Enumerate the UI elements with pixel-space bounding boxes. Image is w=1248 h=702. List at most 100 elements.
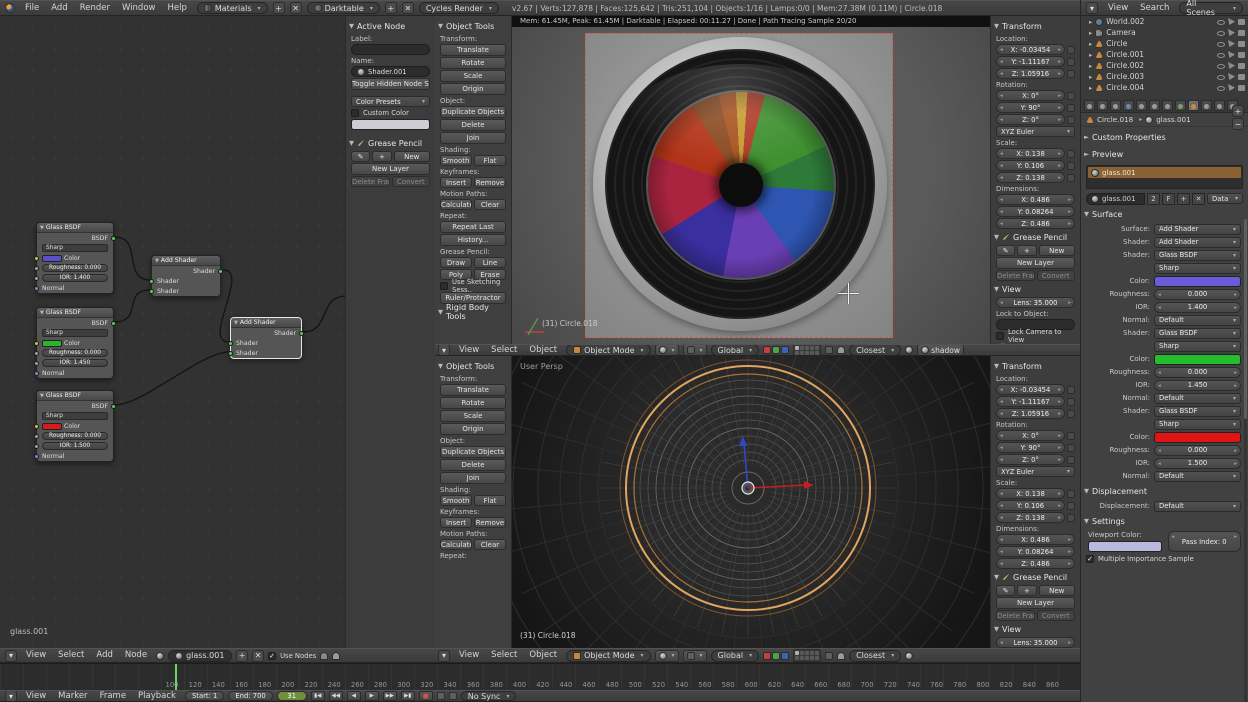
expand-icon[interactable]: ▸	[1089, 73, 1092, 81]
decrement-arrow-icon[interactable]: ◂	[1000, 387, 1003, 393]
y-number-field[interactable]: ◂Y: 0.08264▸	[996, 206, 1075, 217]
node-header[interactable]: ▼Add Shader	[152, 256, 220, 266]
selectability-arrow-icon[interactable]	[1228, 29, 1235, 36]
add-button[interactable]: +	[1017, 585, 1036, 596]
expand-icon[interactable]: ▸	[1089, 29, 1092, 37]
layer-dot[interactable]	[815, 651, 819, 655]
rotate-button[interactable]: Rotate	[440, 57, 506, 69]
layer-dot[interactable]	[810, 351, 814, 355]
color-presets-dropdown[interactable]: Color Presets▾	[351, 96, 430, 107]
expand-icon[interactable]: ▸	[1089, 40, 1092, 48]
flat-button[interactable]: Flat	[474, 495, 506, 506]
output-socket-green[interactable]	[218, 269, 223, 274]
increment-arrow-icon[interactable]: ▸	[1068, 640, 1071, 646]
decrement-arrow-icon[interactable]: ◂	[1000, 445, 1003, 451]
layer-dot[interactable]	[815, 656, 819, 660]
z-number-field[interactable]: ◂Z: 0°▸	[996, 454, 1065, 465]
outliner-display-mode[interactable]: All Scenes ▾	[1179, 2, 1243, 14]
visibility-eye-icon[interactable]	[1217, 64, 1225, 69]
settings-panel-header[interactable]: ▼Settings	[1084, 514, 1245, 528]
decrement-arrow-icon[interactable]: ◂	[1000, 221, 1003, 227]
add-slot-button[interactable]: +	[1232, 105, 1244, 117]
record-button[interactable]: ●	[419, 691, 433, 701]
increment-arrow-icon[interactable]: ▸	[1234, 448, 1237, 454]
input-socket-yellow[interactable]	[34, 341, 39, 346]
increment-arrow-icon[interactable]: ▸	[1234, 370, 1237, 376]
z-number-field[interactable]: ◂Z: 0°▸	[996, 114, 1065, 125]
y-number-field[interactable]: ◂Y: 0.106▸	[996, 160, 1065, 171]
end-frame-field[interactable]: End: 700	[228, 691, 272, 701]
iornumber-field[interactable]: ◂1.450▸	[1154, 380, 1241, 391]
preview-panel-header[interactable]: ►Preview	[1084, 147, 1245, 161]
add-shader-dropdown[interactable]: Add Shader▾	[1154, 224, 1241, 235]
z-number-field[interactable]: ◂Z: 1.05916▸	[996, 408, 1065, 419]
layer-dot[interactable]	[795, 651, 799, 655]
tab-object-icon[interactable]	[1136, 100, 1147, 111]
new-tree-button[interactable]: +	[236, 650, 248, 662]
increment-arrow-icon[interactable]: ▸	[1058, 399, 1061, 405]
decrement-arrow-icon[interactable]: ◂	[1000, 197, 1003, 203]
renderability-camera-icon[interactable]	[1238, 85, 1245, 91]
node-add-shader-3[interactable]: ▼Add ShaderShaderShaderShader	[230, 317, 302, 359]
layer-dot[interactable]	[815, 351, 819, 355]
new-button[interactable]: New	[1039, 245, 1076, 256]
play-button[interactable]: ▶	[365, 691, 379, 701]
grease-pencil-panel-header[interactable]: ▼Grease Pencil	[994, 231, 1077, 243]
renderability-camera-icon[interactable]	[1238, 41, 1245, 47]
snap-magnet-icon[interactable]	[837, 652, 845, 660]
output-socket-green[interactable]	[111, 321, 116, 326]
add-screen-layout-button[interactable]: +	[273, 2, 285, 14]
increment-arrow-icon[interactable]: ▸	[1058, 163, 1061, 169]
menu-marker[interactable]: Marker	[53, 690, 92, 702]
node-glass-bsdf-2[interactable]: ▼Glass BSDFBSDFSharpColorRoughness: 0.00…	[36, 307, 114, 379]
increment-arrow-icon[interactable]: ▸	[1058, 59, 1061, 65]
sharp-dropdown[interactable]: Sharp▾	[1154, 419, 1241, 430]
lock-toggle-icon[interactable]	[1067, 162, 1075, 170]
screen-layout-selector[interactable]: Materials ▾	[197, 2, 268, 14]
unlink-material-button[interactable]: ✕	[1192, 193, 1205, 205]
menu-select[interactable]: Select	[486, 344, 522, 356]
insert-button[interactable]: Insert	[440, 177, 472, 188]
tab-world-icon[interactable]	[1123, 100, 1134, 111]
decrement-arrow-icon[interactable]: ◂	[1000, 209, 1003, 215]
roughness-field[interactable]: Roughness: 0.000	[42, 264, 108, 272]
outliner-row-circle-001[interactable]: ▸Circle.001	[1081, 49, 1248, 60]
lock-toggle-icon[interactable]	[1067, 432, 1075, 440]
decrement-arrow-icon[interactable]: ◂	[1000, 561, 1003, 567]
increment-arrow-icon[interactable]: ▸	[1068, 300, 1071, 306]
layer-dot[interactable]	[795, 346, 799, 350]
editor-type-button[interactable]: ▾	[438, 344, 450, 356]
unlink-tree-button[interactable]: ✕	[252, 650, 264, 662]
decrement-arrow-icon[interactable]: ◂	[1000, 163, 1003, 169]
decrement-arrow-icon[interactable]: ◂	[1000, 105, 1003, 111]
decrement-arrow-icon[interactable]: ◂	[1000, 399, 1003, 405]
increment-arrow-icon[interactable]: ▸	[1058, 71, 1061, 77]
grease-pencil-panel-header[interactable]: ▼Grease Pencil	[994, 571, 1077, 583]
tab-material-icon[interactable]	[1188, 100, 1199, 111]
renderability-camera-icon[interactable]	[1238, 74, 1245, 80]
increment-arrow-icon[interactable]: ▸	[1058, 411, 1061, 417]
current-frame-marker[interactable]	[175, 664, 177, 690]
x-number-field[interactable]: ◂X: -0.03454▸	[996, 44, 1065, 55]
roughnessnumber-field[interactable]: ◂0.000▸	[1154, 367, 1241, 378]
decrement-arrow-icon[interactable]: ◂	[1000, 433, 1003, 439]
selectability-arrow-icon[interactable]	[1228, 62, 1235, 69]
custom-properties-panel-header[interactable]: ►Custom Properties	[1084, 130, 1245, 144]
add-scene-button[interactable]: +	[385, 2, 397, 14]
increment-arrow-icon[interactable]: ▸	[1234, 534, 1237, 540]
lock-toggle-icon[interactable]	[1067, 58, 1075, 66]
input-socket-gray[interactable]	[34, 444, 39, 449]
new-material-button[interactable]: +	[1177, 193, 1190, 205]
menu-frame[interactable]: Frame	[95, 690, 131, 702]
view-panel-header[interactable]: ▼View	[994, 283, 1077, 295]
z-number-field[interactable]: ◂Z: 0.138▸	[996, 512, 1065, 523]
join-button[interactable]: Join	[440, 132, 506, 144]
draw-button[interactable]: Draw	[440, 257, 472, 268]
tab-particles-icon[interactable]	[1214, 100, 1225, 111]
lock-toggle-icon[interactable]	[1067, 70, 1075, 78]
lock-toggle-icon[interactable]	[1067, 104, 1075, 112]
increment-arrow-icon[interactable]: ▸	[1068, 197, 1071, 203]
new-button[interactable]: New	[1039, 585, 1076, 596]
grease-pencil-panel-header[interactable]: ▼Grease Pencil	[349, 137, 432, 149]
increment-arrow-icon[interactable]: ▸	[1058, 503, 1061, 509]
